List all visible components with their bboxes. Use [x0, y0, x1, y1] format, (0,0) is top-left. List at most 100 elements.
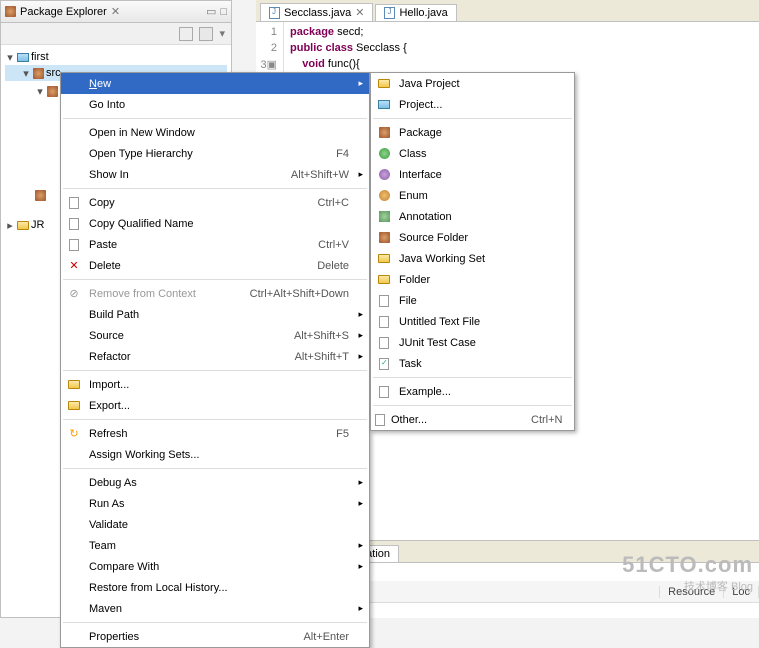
- minimize-icon[interactable]: ▭: [206, 5, 216, 18]
- tab-label: Secclass.java: [284, 7, 351, 19]
- menu-open-type-hierarchy[interactable]: Open Type HierarchyF4: [61, 143, 369, 164]
- explorer-title: Package Explorer: [20, 6, 107, 18]
- java-file-icon: [384, 7, 395, 19]
- menu-junit[interactable]: JUnit Test Case: [371, 332, 574, 353]
- code-area[interactable]: package secd; public class Secclass { vo…: [284, 22, 413, 78]
- menu-refresh[interactable]: ↻RefreshF5: [61, 423, 369, 444]
- project-icon: [17, 53, 29, 62]
- explorer-header: Package Explorer ✕ ▭ □: [1, 1, 231, 23]
- menu-compare-with[interactable]: Compare With▸: [61, 556, 369, 577]
- menu-class[interactable]: Class: [371, 143, 574, 164]
- explorer-toolbar: ▾: [1, 23, 231, 45]
- menu-run-as[interactable]: Run As▸: [61, 493, 369, 514]
- expand-icon[interactable]: ▾: [21, 67, 31, 80]
- menu-properties[interactable]: PropertiesAlt+Enter: [61, 626, 369, 647]
- tree-project[interactable]: ▾ first: [5, 49, 227, 65]
- remove-context-icon: ⊘: [65, 286, 83, 302]
- class-icon: [379, 148, 390, 159]
- import-icon: [68, 380, 80, 389]
- view-menu-icon[interactable]: ▾: [219, 27, 225, 40]
- text-file-icon: [379, 316, 389, 328]
- junit-icon: [379, 337, 389, 349]
- package-icon: [35, 190, 46, 201]
- line-gutter: 123▣: [256, 22, 284, 78]
- menu-untitled-text-file[interactable]: Untitled Text File: [371, 311, 574, 332]
- menu-interface[interactable]: Interface: [371, 164, 574, 185]
- menu-folder[interactable]: Folder: [371, 269, 574, 290]
- menu-java-working-set[interactable]: Java Working Set: [371, 248, 574, 269]
- example-icon: [379, 386, 389, 398]
- src-folder-icon: [33, 68, 44, 79]
- menu-build-path[interactable]: Build Path▸: [61, 304, 369, 325]
- menu-paste[interactable]: PasteCtrl+V: [61, 234, 369, 255]
- annotation-icon: [379, 211, 390, 222]
- refresh-icon: ↻: [65, 426, 83, 442]
- java-file-icon: [269, 7, 280, 19]
- col-resource[interactable]: Resource: [660, 586, 724, 598]
- menu-maven[interactable]: Maven▸: [61, 598, 369, 619]
- menu-new[interactable]: New▸: [61, 73, 369, 94]
- link-editor-icon[interactable]: [199, 27, 213, 41]
- menu-restore-local-history[interactable]: Restore from Local History...: [61, 577, 369, 598]
- menu-source-folder[interactable]: Source Folder: [371, 227, 574, 248]
- menu-export[interactable]: Export...: [61, 395, 369, 416]
- editor-body[interactable]: 123▣ package secd; public class Secclass…: [256, 22, 759, 78]
- expand-icon[interactable]: ▾: [35, 85, 45, 98]
- col-location[interactable]: Loc: [724, 586, 759, 598]
- menu-delete[interactable]: ✕DeleteDelete: [61, 255, 369, 276]
- working-set-icon: [378, 254, 390, 263]
- menu-import[interactable]: Import...: [61, 374, 369, 395]
- menu-task[interactable]: Task: [371, 353, 574, 374]
- delete-icon: ✕: [65, 258, 83, 274]
- paste-icon: [69, 239, 79, 251]
- close-icon[interactable]: ✕: [355, 6, 364, 19]
- menu-copy[interactable]: CopyCtrl+C: [61, 192, 369, 213]
- menu-file[interactable]: File: [371, 290, 574, 311]
- package-icon: [379, 127, 390, 138]
- menu-open-new-window[interactable]: Open in New Window: [61, 122, 369, 143]
- menu-project[interactable]: Project...: [371, 94, 574, 115]
- file-icon: [379, 295, 389, 307]
- menu-team[interactable]: Team▸: [61, 535, 369, 556]
- project-icon: [378, 100, 390, 109]
- maximize-icon[interactable]: □: [220, 6, 227, 18]
- editor-tabs: Secclass.java ✕ Hello.java: [256, 0, 759, 22]
- expand-icon[interactable]: ▾: [5, 51, 15, 64]
- collapse-all-icon[interactable]: [179, 27, 193, 41]
- tree-label: JR: [31, 219, 44, 231]
- tab-label: Hello.java: [399, 7, 447, 19]
- menu-java-project[interactable]: Java Project: [371, 73, 574, 94]
- menu-debug-as[interactable]: Debug As▸: [61, 472, 369, 493]
- enum-icon: [379, 190, 390, 201]
- menu-annotation[interactable]: Annotation: [371, 206, 574, 227]
- menu-source[interactable]: SourceAlt+Shift+S▸: [61, 325, 369, 346]
- package-explorer-icon: [5, 6, 16, 17]
- tab-secclass[interactable]: Secclass.java ✕: [260, 3, 373, 21]
- menu-show-in[interactable]: Show InAlt+Shift+W▸: [61, 164, 369, 185]
- menu-validate[interactable]: Validate: [61, 514, 369, 535]
- menu-refactor[interactable]: RefactorAlt+Shift+T▸: [61, 346, 369, 367]
- menu-example[interactable]: Example...: [371, 381, 574, 402]
- menu-copy-qualified-name[interactable]: Copy Qualified Name: [61, 213, 369, 234]
- expand-icon[interactable]: ▸: [5, 219, 15, 232]
- menu-assign-working-sets[interactable]: Assign Working Sets...: [61, 444, 369, 465]
- package-icon: [47, 86, 58, 97]
- menu-enum[interactable]: Enum: [371, 185, 574, 206]
- interface-icon: [379, 169, 390, 180]
- menu-go-into[interactable]: Go Into: [61, 94, 369, 115]
- tree-label: src: [46, 67, 61, 79]
- close-icon[interactable]: ✕: [111, 5, 120, 18]
- context-menu-main: New▸ Go Into Open in New Window Open Typ…: [60, 72, 370, 648]
- task-icon: [379, 358, 389, 370]
- menu-other[interactable]: Other...Ctrl+N: [371, 409, 574, 430]
- context-menu-new: Java Project Project... Package Class In…: [370, 72, 575, 431]
- source-folder-icon: [379, 232, 390, 243]
- menu-label: ew: [97, 78, 111, 90]
- folder-icon: [378, 275, 390, 284]
- copy-icon: [69, 218, 79, 230]
- library-icon: [17, 221, 29, 230]
- tab-hello[interactable]: Hello.java: [375, 4, 456, 21]
- menu-package[interactable]: Package: [371, 122, 574, 143]
- menu-remove-context: ⊘Remove from ContextCtrl+Alt+Shift+Down: [61, 283, 369, 304]
- other-icon: [375, 414, 385, 426]
